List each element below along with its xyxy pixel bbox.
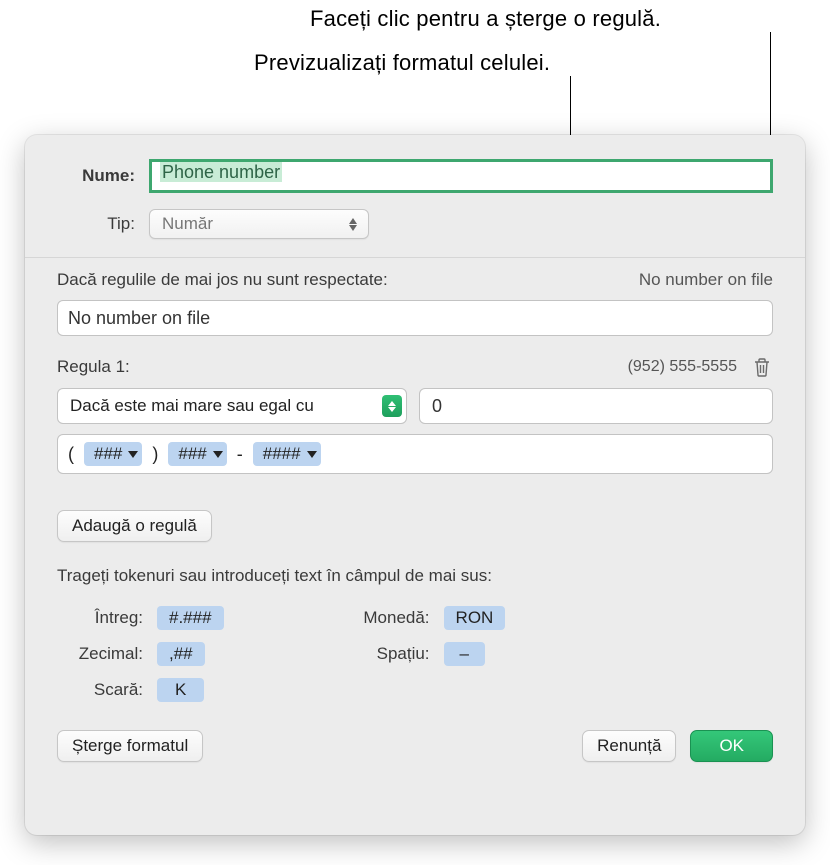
scale-token-label: Scară: xyxy=(57,680,157,700)
updown-icon xyxy=(344,215,362,233)
trash-icon[interactable] xyxy=(751,356,773,378)
chevron-down-icon xyxy=(307,451,317,458)
rule1-threshold-field[interactable]: 0 xyxy=(419,388,773,424)
name-label: Nume: xyxy=(57,166,149,186)
rule1-preview: (952) 555-5555 xyxy=(628,358,737,376)
decimal-token-label: Zecimal: xyxy=(57,644,157,664)
rule1-condition-value: Dacă este mai mare sau egal cu xyxy=(70,396,314,416)
integer-token[interactable]: #.### xyxy=(157,606,224,630)
currency-token-label: Monedă: xyxy=(324,608,444,628)
callout-delete-rule: Faceți clic pentru a șterge o regulă. xyxy=(310,6,661,32)
decimal-token[interactable]: ,## xyxy=(157,642,205,666)
default-rule-preview: No number on file xyxy=(639,270,773,290)
space-token-label: Spațiu: xyxy=(324,644,444,664)
type-select-value: Număr xyxy=(162,214,213,234)
default-rule-heading: Dacă regulile de mai jos nu sunt respect… xyxy=(57,270,388,290)
custom-format-dialog: Nume: Phone number Tip: Număr Dacă regul… xyxy=(25,135,805,835)
format-token[interactable]: ### xyxy=(168,442,226,466)
literal-close-paren: ) xyxy=(152,444,158,465)
currency-token[interactable]: RON xyxy=(444,606,506,630)
add-rule-button[interactable]: Adaugă o regulă xyxy=(57,510,212,542)
chevron-down-icon xyxy=(213,451,223,458)
callout-preview-format: Previzualizați formatul celulei. xyxy=(254,50,550,76)
rule1-format-field[interactable]: ( ### ) ### - #### xyxy=(57,434,773,474)
divider xyxy=(25,257,805,258)
scale-token[interactable]: K xyxy=(157,678,204,702)
integer-token-label: Întreg: xyxy=(57,608,157,628)
name-input[interactable]: Phone number xyxy=(149,159,773,193)
type-label: Tip: xyxy=(57,214,149,234)
space-token[interactable]: – xyxy=(444,642,485,666)
literal-open-paren: ( xyxy=(68,444,74,465)
default-rule-value-field[interactable]: No number on file xyxy=(57,300,773,336)
type-select[interactable]: Număr xyxy=(149,209,369,239)
cancel-button[interactable]: Renunță xyxy=(582,730,676,762)
delete-format-button[interactable]: Șterge formatul xyxy=(57,730,203,762)
chevron-down-icon xyxy=(128,451,138,458)
format-token[interactable]: #### xyxy=(253,442,321,466)
drag-help-text: Trageți tokenuri sau introduceți text în… xyxy=(57,566,773,586)
format-token[interactable]: ### xyxy=(84,442,142,466)
updown-icon xyxy=(382,395,402,417)
literal-dash: - xyxy=(237,444,243,465)
ok-button[interactable]: OK xyxy=(690,730,773,762)
rule1-heading: Regula 1: xyxy=(57,357,130,377)
rule1-condition-select[interactable]: Dacă este mai mare sau egal cu xyxy=(57,388,407,424)
